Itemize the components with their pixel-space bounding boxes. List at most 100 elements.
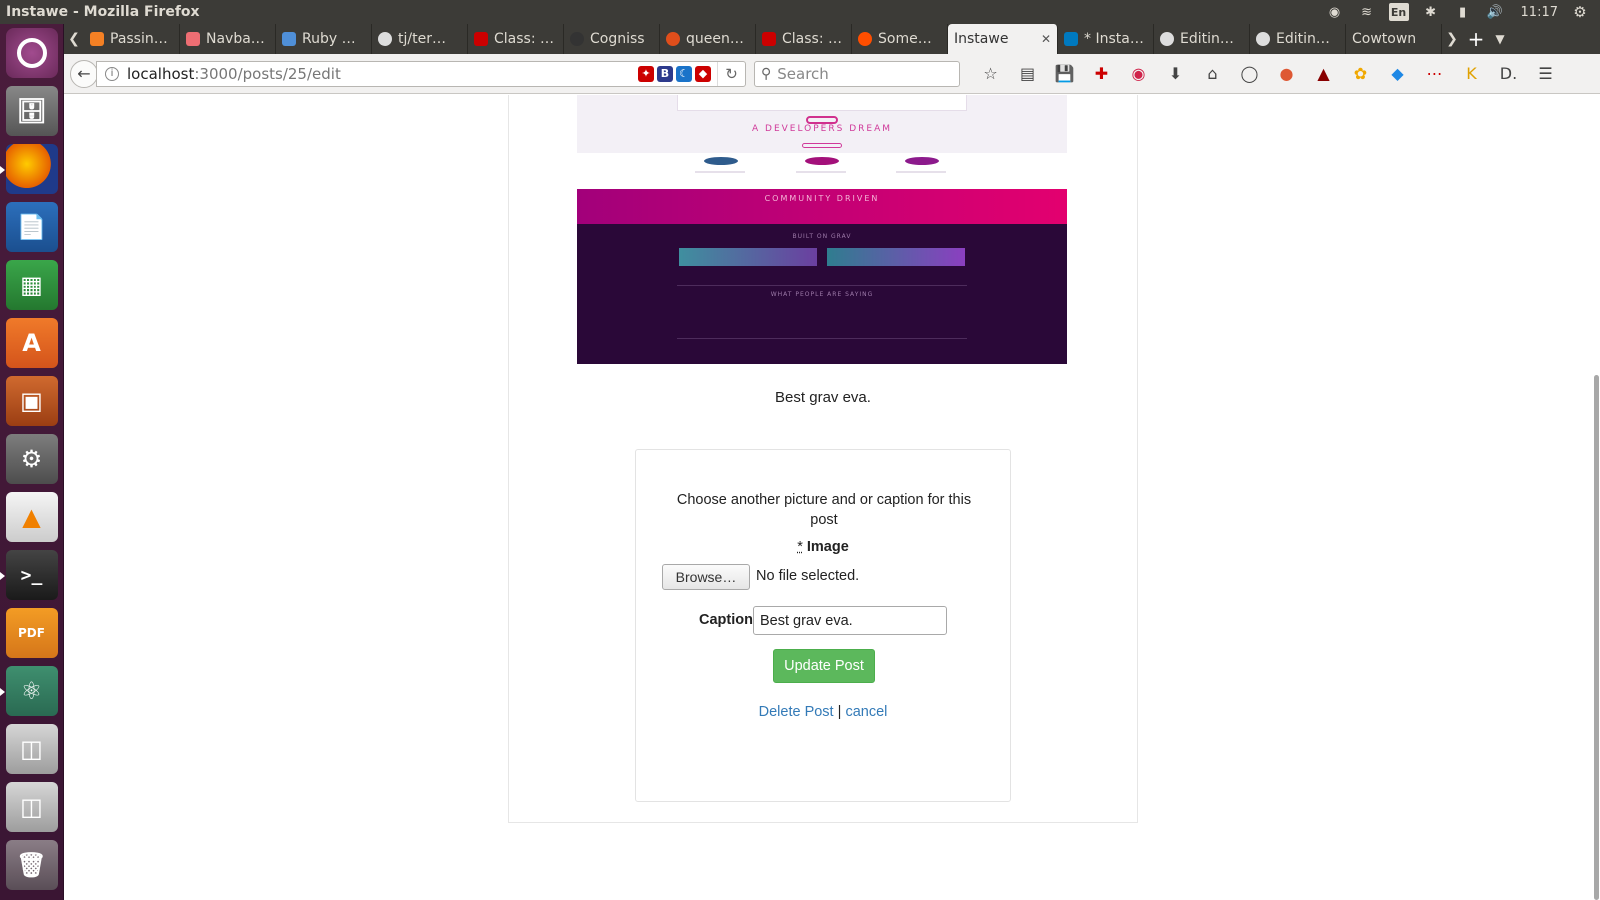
image-screenshot-strip [827,248,965,266]
tab-label: Cowtown [1352,31,1417,47]
battery-icon[interactable]: ▮ [1453,3,1473,21]
tab[interactable]: Editin… [1154,24,1250,54]
image-badge [805,157,839,165]
page-scrollbar[interactable] [1592,95,1600,900]
tab-list-icon[interactable]: ▼ [1490,24,1510,54]
shield-icon[interactable]: ◯ [1231,61,1268,87]
materialize-icon [186,32,200,46]
tab[interactable]: Some… [852,24,948,54]
reload-icon[interactable]: ↻ [717,61,745,86]
queen-icon [666,32,680,46]
home-icon[interactable]: ⌂ [1194,61,1231,87]
color-extension-icon[interactable]: ✿ [1342,61,1379,87]
extension-icon[interactable]: ✦ [638,65,654,82]
wifi-icon[interactable]: ≋ [1357,3,1377,21]
trash-icon[interactable]: 🗑 [5,840,58,890]
info-icon[interactable]: i [105,66,119,81]
image-badge [905,157,939,165]
libreoffice-calc-icon[interactable]: ▦ [5,260,58,310]
d-extension-icon[interactable]: D. [1490,61,1527,87]
tab-label: Passin… [110,31,168,47]
tab[interactable]: Class: … [468,24,564,54]
bitwarden-icon[interactable]: B [657,65,673,82]
ubuntu-dash-icon[interactable] [5,28,58,78]
lightbulb-icon[interactable]: ◉ [1325,3,1345,21]
download-icon[interactable]: ⬇ [1157,61,1194,87]
new-tab-icon[interactable]: + [1462,24,1490,54]
system-top-panel: Instawe - Mozilla Firefox ◉ ≋ En ✱ ▮ 🔊 1… [0,0,1600,24]
pdf-reader-icon[interactable]: PDF [5,608,58,658]
search-bar[interactable]: ⚲ Search [754,60,960,87]
tabs-scroll-left-icon[interactable]: ❮ [64,24,84,54]
tab[interactable]: tj/ter… [372,24,468,54]
tab-label: tj/ter… [398,31,446,47]
bookmark-star-icon[interactable]: ☆ [972,61,1009,87]
dots-extension-icon[interactable]: ⋯ [1416,61,1453,87]
tab[interactable]: Passin… [84,24,180,54]
libreoffice-writer-icon[interactable]: 📄 [5,202,58,252]
tab[interactable]: Editin… [1250,24,1346,54]
ruby-extension-icon[interactable]: ◆ [695,65,711,82]
libreoffice-impress-icon[interactable]: ▣ [5,376,58,426]
firefox-icon[interactable] [0,144,58,194]
url-bar[interactable]: i localhost :3000/posts/25/edit ✦ B ☾ ◆ … [96,60,746,87]
browse-file-button[interactable]: Browse… [662,564,750,590]
image-text-line [796,171,846,173]
tab-label: * Insta… [1084,31,1144,47]
search-placeholder: Search [777,64,829,83]
close-tab-icon[interactable]: ✕ [1041,32,1051,46]
disk-drive-icon[interactable]: ◫ [5,724,58,774]
vlc-icon[interactable]: ▲ [5,492,58,542]
cancel-link[interactable]: cancel [845,704,887,720]
clock[interactable]: 11:17 [1521,5,1558,20]
form-links: Delete Post | cancel [636,704,1010,720]
k-extension-icon[interactable]: K [1453,61,1490,87]
software-center-icon[interactable]: A [5,318,58,368]
link-separator: | [837,704,842,720]
blue-extension-icon[interactable]: ◆ [1379,61,1416,87]
terminal-icon[interactable]: >_ [0,550,58,600]
system-settings-icon[interactable]: ⚙ [5,434,58,484]
atom-editor-icon[interactable]: ⚛ [0,666,58,716]
image-logo-shape [806,116,838,124]
window-title: Instawe - Mozilla Firefox [6,4,200,20]
tab-active-instawe[interactable]: Instawe ✕ [948,24,1058,54]
pocket-icon[interactable]: ◉ [1120,61,1157,87]
tab-label: Instawe [954,31,1009,47]
extension-icon[interactable]: ☾ [676,65,692,82]
tab[interactable]: * Insta… [1058,24,1154,54]
tab[interactable]: Cowtown [1346,24,1442,54]
bluetooth-icon[interactable]: ✱ [1421,3,1441,21]
tab-label: Class: … [494,31,554,47]
volume-icon[interactable]: 🔊 [1485,3,1505,21]
tab[interactable]: Navba… [180,24,276,54]
tab-label: Editin… [1276,31,1330,47]
url-host: localhost [127,64,195,83]
delete-post-link[interactable]: Delete Post [759,704,834,720]
addon-icon[interactable]: ✚ [1083,61,1120,87]
files-icon[interactable]: 🗄 [5,86,58,136]
navigation-toolbar: ← i localhost :3000/posts/25/edit ✦ B ☾ … [64,54,1600,94]
disk-drive-icon-2[interactable]: ◫ [5,782,58,832]
caption-input[interactable]: Best grav eva. [753,606,947,635]
menu-icon[interactable]: ☰ [1527,61,1564,87]
reading-list-icon[interactable]: ▤ [1009,61,1046,87]
ublock-icon[interactable]: ▲ [1305,61,1342,87]
save-icon[interactable]: 💾 [1046,61,1083,87]
gear-icon[interactable]: ⚙ [1570,3,1590,21]
tabs-scroll-right-icon[interactable]: ❯ [1442,24,1462,54]
tab[interactable]: queen… [660,24,756,54]
keyboard-layout-indicator[interactable]: En [1388,3,1409,21]
tab[interactable]: Ruby … [276,24,372,54]
post-caption: Best grav eva. [775,389,871,406]
scrollbar-thumb[interactable] [1594,375,1599,900]
update-post-button[interactable]: Update Post [773,649,875,683]
post-image: A DEVELOPERS DREAM COMMUNITY DRIVEN BUIL… [577,95,1067,364]
required-marker: * [797,539,803,555]
image-community-heading: COMMUNITY DRIVEN [764,194,880,203]
image-text-line [695,171,745,173]
tab[interactable]: Class: … [756,24,852,54]
tab[interactable]: Cogniss [564,24,660,54]
back-button[interactable]: ← [70,59,98,88]
duckduckgo-icon[interactable]: ● [1268,61,1305,87]
